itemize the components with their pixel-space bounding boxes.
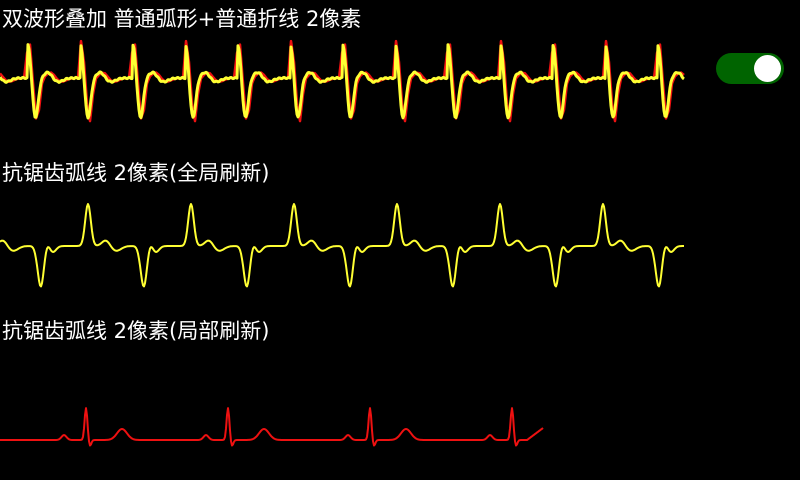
antialias-waveform-full — [0, 203, 684, 288]
waveform-overlay-title: 双波形叠加 普通弧形+普通折线 2像素 — [2, 7, 362, 31]
arc-waveform — [0, 43, 685, 120]
toggle-knob — [754, 55, 781, 82]
antialias-partial-refresh-title: 抗锯齿弧线 2像素(局部刷新) — [2, 319, 270, 343]
waveform-overlay-chart — [0, 39, 685, 123]
antialias-waveform-partial — [0, 407, 544, 447]
antialias-full-refresh-title: 抗锯齿弧线 2像素(全局刷新) — [2, 161, 270, 185]
antialias-full-refresh-chart — [0, 203, 684, 288]
antialias-partial-refresh-chart — [0, 407, 544, 447]
waveform-toggle-switch[interactable] — [716, 53, 784, 84]
